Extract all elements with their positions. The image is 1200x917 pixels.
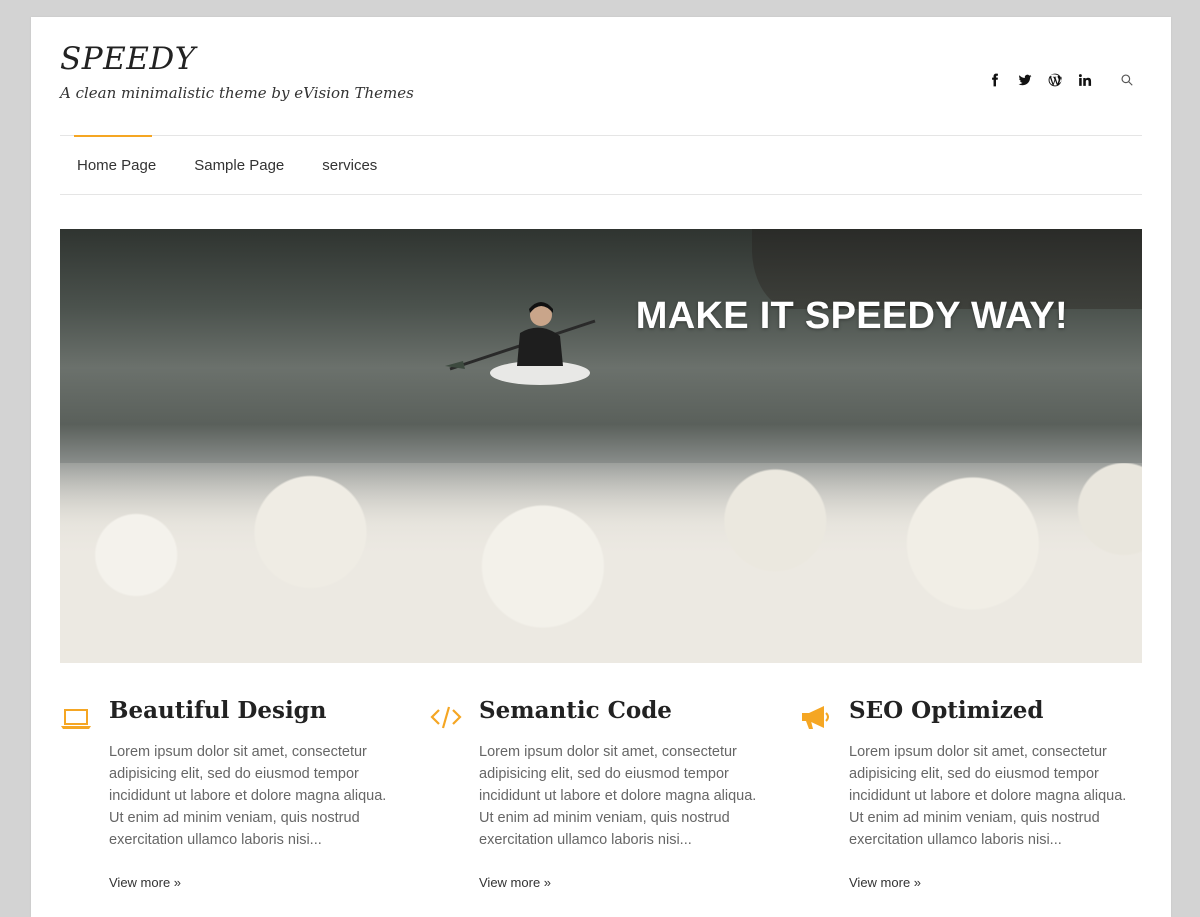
active-nav-indicator xyxy=(74,135,152,137)
feature-description: Lorem ipsum dolor sit amet, consectetur … xyxy=(109,744,387,848)
main-navigation: Home Page Sample Page services xyxy=(60,135,1142,195)
site-title[interactable]: SPEEDY xyxy=(60,41,196,77)
view-more-link[interactable]: View more » xyxy=(109,875,181,890)
twitter-icon[interactable] xyxy=(1014,69,1036,91)
view-more-link[interactable]: View more » xyxy=(849,875,921,890)
page-container: SPEEDY A clean minimalistic theme by eVi… xyxy=(31,17,1171,917)
feature-title: SEO Optimized xyxy=(849,697,1044,724)
nav-menu: Home Page Sample Page services xyxy=(60,136,1142,194)
search-icon[interactable] xyxy=(1116,69,1138,91)
hero-headline: MAKE IT SPEEDY WAY! xyxy=(635,295,1068,337)
view-more-link[interactable]: View more » xyxy=(479,875,551,890)
site-tagline: A clean minimalistic theme by eVision Th… xyxy=(60,84,414,102)
feature-description: Lorem ipsum dolor sit amet, consectetur … xyxy=(479,744,757,848)
linkedin-icon[interactable] xyxy=(1074,69,1096,91)
nav-item-services[interactable]: services xyxy=(322,157,377,174)
feature-description: Lorem ipsum dolor sit amet, consectetur … xyxy=(849,744,1127,848)
hero-foam-background xyxy=(60,463,1142,663)
kayaker-illustration xyxy=(445,302,596,385)
laptop-icon xyxy=(60,703,92,731)
wordpress-icon[interactable] xyxy=(1044,69,1066,91)
header-social-links xyxy=(976,69,1138,91)
nav-item-sample-page[interactable]: Sample Page xyxy=(194,157,284,174)
megaphone-icon xyxy=(800,703,832,731)
code-icon xyxy=(430,703,462,731)
facebook-icon[interactable] xyxy=(984,69,1006,91)
feature-title: Semantic Code xyxy=(479,697,672,724)
feature-title: Beautiful Design xyxy=(109,697,327,724)
hero-slider: MAKE IT SPEEDY WAY! xyxy=(60,229,1142,663)
nav-item-home-page[interactable]: Home Page xyxy=(77,157,156,174)
